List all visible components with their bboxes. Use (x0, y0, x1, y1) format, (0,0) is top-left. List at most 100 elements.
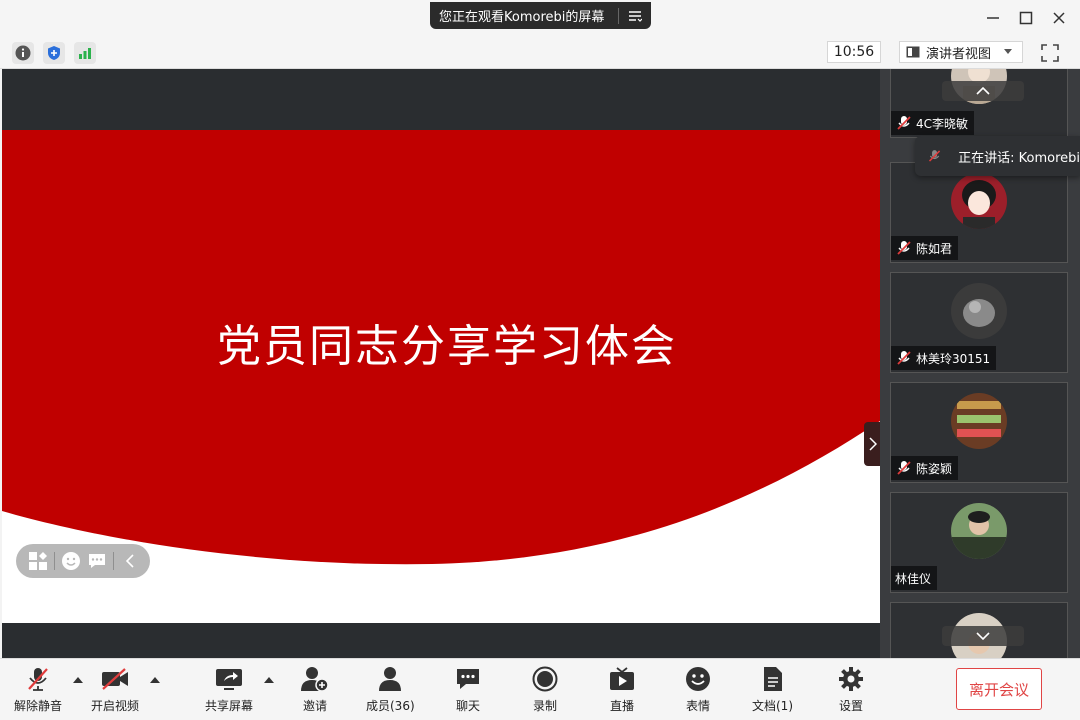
unmute-button[interactable]: 解除静音 (14, 665, 62, 717)
panel-toggle-button[interactable] (864, 422, 880, 466)
security-button[interactable] (43, 42, 65, 64)
participant-tile[interactable]: 陈姿颖 (890, 382, 1068, 483)
divider (54, 552, 55, 570)
view-mode-label: 演讲者视图 (926, 46, 992, 62)
settings-button[interactable]: 设置 (836, 665, 866, 717)
settings-label: 设置 (838, 699, 863, 713)
mic-muted-icon (897, 116, 911, 130)
layout-toggle-button[interactable] (25, 548, 51, 574)
scroll-up-button[interactable] (942, 81, 1024, 101)
participant-name-tag: 4C李晓敏 (891, 111, 975, 135)
bullet-comment-button[interactable] (84, 548, 110, 574)
invite-button[interactable]: 邀请 (300, 665, 330, 717)
participant-name: 陈姿颖 (916, 461, 953, 476)
record-icon (532, 666, 558, 692)
members-label: 成员(36) (366, 699, 415, 713)
view-mode-dropdown[interactable]: 演讲者视图 (899, 41, 1023, 63)
shared-screen-stage: 党员同志分享学习体会 (2, 69, 880, 658)
minimize-button[interactable] (981, 6, 1005, 30)
scroll-down-button[interactable] (942, 626, 1024, 646)
mic-muted-icon (897, 461, 911, 475)
camera-off-icon (102, 668, 128, 690)
unmute-label: 解除静音 (14, 699, 63, 713)
participant-tile[interactable]: 陈如君 (890, 162, 1068, 263)
list-menu-icon (629, 10, 642, 22)
close-icon (1053, 12, 1065, 24)
audio-options-caret[interactable] (72, 675, 84, 685)
chat-label: 聊天 (455, 699, 480, 713)
participant-tile[interactable]: 林美玲30151 (890, 272, 1068, 373)
share-banner: 您正在观看Komorebi的屏幕 (430, 2, 651, 29)
participant-name: 陈如君 (916, 241, 953, 256)
avatar (951, 283, 1007, 339)
live-stream-icon (610, 667, 634, 690)
docs-label: 文档(1) (752, 699, 793, 713)
fullscreen-button[interactable] (1038, 41, 1062, 65)
participant-name: 4C李晓敏 (916, 116, 969, 131)
reactions-button[interactable]: 表情 (683, 665, 713, 717)
live-button[interactable]: 直播 (607, 665, 637, 717)
participant-tile[interactable]: 4C李晓敏 (890, 69, 1068, 138)
chevron-down-icon (1004, 49, 1012, 54)
participant-tile[interactable]: 林佳仪 (890, 492, 1068, 593)
network-status-button[interactable] (74, 42, 96, 64)
share-options-caret[interactable] (263, 675, 275, 685)
status-bar: 10:56 演讲者视图 (0, 36, 1080, 69)
members-button[interactable]: 成员(36) (366, 665, 415, 717)
start-video-button[interactable]: 开启视频 (91, 665, 139, 717)
meeting-toolbar: 解除静音 开启视频 共享屏幕 邀请 成员(36) 聊天 录制 直播 表情 文档(… (0, 658, 1080, 720)
mic-muted-icon (928, 150, 941, 162)
info-icon (15, 45, 31, 61)
meeting-info-button[interactable] (12, 42, 34, 64)
chat-button[interactable]: 聊天 (453, 665, 483, 717)
share-screen-icon (216, 669, 242, 690)
grid-layout-icon (29, 552, 47, 570)
start-video-label: 开启视频 (91, 699, 140, 713)
docs-button[interactable]: 文档(1) (752, 665, 793, 717)
reaction-button[interactable] (58, 548, 84, 574)
share-screen-button[interactable]: 共享屏幕 (205, 665, 253, 717)
speaking-indicator: 正在讲话: Komorebi (915, 136, 1080, 176)
reactions-label: 表情 (685, 699, 710, 713)
divider (113, 552, 114, 570)
avatar (951, 173, 1007, 229)
chevron-left-icon (125, 554, 134, 568)
avatar (951, 503, 1007, 559)
collapse-bar-button[interactable] (117, 548, 143, 574)
close-button[interactable] (1047, 6, 1071, 30)
chevron-up-icon (976, 87, 990, 95)
floating-annotation-bar (16, 544, 150, 578)
participant-name-tag: 陈如君 (891, 236, 959, 260)
mic-muted-icon (28, 668, 48, 691)
speaker-view-icon (906, 46, 920, 58)
meeting-window: 您正在观看Komorebi的屏幕 10:56 演讲者视图 党员同志分享学习体会 … (0, 0, 1080, 720)
participant-name-tag: 陈姿颖 (891, 456, 959, 480)
slide-title: 党员同志分享学习体会 (217, 321, 677, 372)
banner-menu-button[interactable] (619, 10, 651, 22)
gear-icon (839, 667, 863, 691)
record-label: 录制 (532, 699, 557, 713)
share-banner-text: 您正在观看Komorebi的屏幕 (439, 10, 605, 25)
smiley-icon (62, 552, 80, 570)
fullscreen-icon (1041, 44, 1059, 62)
participant-name-tag: 林佳仪 (891, 566, 938, 590)
maximize-icon (1019, 11, 1033, 25)
record-button[interactable]: 录制 (530, 665, 560, 717)
smiley-icon (686, 667, 710, 691)
users-icon (379, 667, 402, 691)
chevron-down-icon (976, 632, 990, 640)
maximize-button[interactable] (1014, 6, 1038, 30)
participant-name-tag: 林美玲30151 (891, 346, 997, 370)
signal-icon (79, 48, 91, 59)
title-bar: 您正在观看Komorebi的屏幕 (0, 0, 1080, 36)
shield-icon (48, 46, 60, 60)
speaking-label: 正在讲话: Komorebi (958, 150, 1080, 166)
share-screen-label: 共享屏幕 (205, 699, 254, 713)
mic-muted-icon (897, 351, 911, 365)
live-label: 直播 (609, 699, 634, 713)
leave-meeting-button[interactable]: 离开会议 (956, 668, 1042, 710)
participant-name: 林佳仪 (895, 571, 932, 586)
avatar (951, 393, 1007, 449)
comment-icon (89, 554, 105, 568)
video-options-caret[interactable] (149, 675, 161, 685)
